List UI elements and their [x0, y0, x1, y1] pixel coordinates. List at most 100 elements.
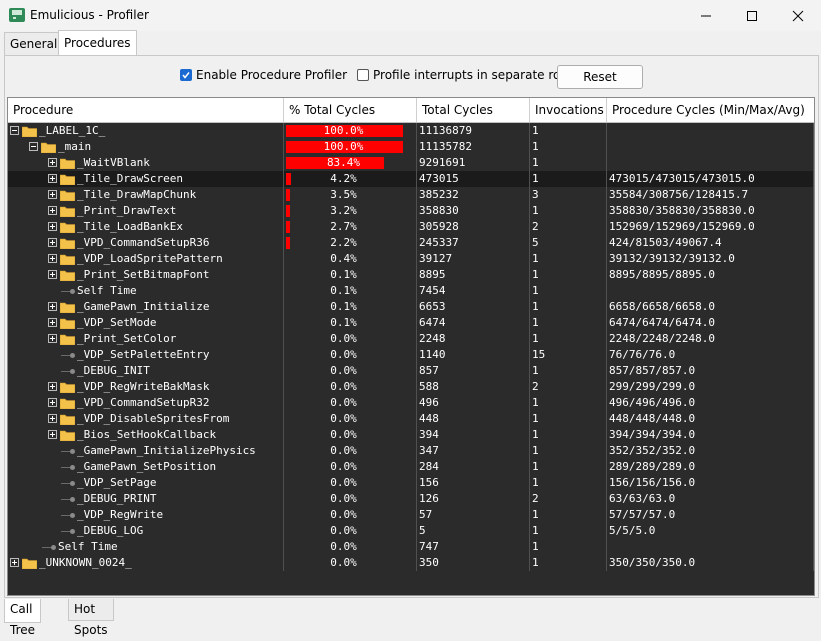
procedure-name: _VDP_SetPage — [77, 476, 157, 489]
table-row[interactable]: _VDP_DisableSpritesFrom 0.0% 448 1 448/448/4… — [8, 411, 814, 427]
reset-button[interactable]: Reset — [557, 65, 643, 89]
col-procedure[interactable]: Procedure — [8, 98, 284, 122]
percent-cell: 0.0% — [284, 395, 417, 411]
expand-toggle-icon[interactable] — [48, 414, 57, 423]
folder-icon — [60, 318, 75, 329]
table-row[interactable]: _WaitVBlank 83.4% 9291691 1 — [8, 155, 814, 171]
table-row[interactable]: _Tile_LoadBankEx 2.7% 305928 2 152969/152969… — [8, 219, 814, 235]
table-row[interactable]: _VDP_RegWrite 0.0% 57 1 57/57/57.0 — [8, 507, 814, 523]
table-row[interactable]: _UNKNOWN_0024_ 0.0% 350 1 350/350/350.0 — [8, 555, 814, 571]
percent-cell: 0.0% — [284, 475, 417, 491]
tab-hot-spots[interactable]: Hot Spots — [68, 599, 114, 637]
percent-cell: 0.1% — [284, 267, 417, 283]
table-row[interactable]: _GamePawn_Initialize 0.1% 6653 1 6658/6658/6… — [8, 299, 814, 315]
procedure-name: _VPD_CommandSetupR32 — [77, 396, 210, 409]
procedure-cell: _WaitVBlank — [8, 155, 284, 171]
table-row[interactable]: _VDP_RegWriteBakMask 0.0% 588 2 299/299/299.… — [8, 379, 814, 395]
expand-toggle-icon[interactable] — [48, 302, 57, 311]
col-total-cycles[interactable]: Total Cycles — [417, 98, 530, 122]
expand-toggle-icon[interactable] — [48, 206, 57, 215]
procedure-cell: _VDP_DisableSpritesFrom — [8, 411, 284, 427]
total-cycles-cell: 245337 — [417, 235, 530, 251]
total-cycles-cell: 5 — [417, 523, 530, 539]
folder-icon — [60, 158, 75, 169]
tab-general[interactable]: General — [4, 32, 64, 55]
table-row[interactable]: _VDP_SetPage 0.0% 156 1 156/156/156.0 — [8, 475, 814, 491]
expand-toggle-icon[interactable] — [48, 382, 57, 391]
expand-toggle-icon[interactable] — [48, 334, 57, 343]
table-row[interactable]: _VDP_LoadSpritePattern 0.4% 39127 1 39132/39… — [8, 251, 814, 267]
expand-toggle-icon[interactable] — [48, 398, 57, 407]
close-button[interactable] — [775, 0, 821, 31]
expand-toggle-icon[interactable] — [48, 318, 57, 327]
percent-cell: 3.5% — [284, 187, 417, 203]
table-row[interactable]: _DEBUG_LOG 0.0% 5 1 5/5/5.0 — [8, 523, 814, 539]
leaf-node-icon — [70, 513, 75, 518]
procedure-cell: _VDP_SetMode — [8, 315, 284, 331]
table-row[interactable]: _Print_SetColor 0.0% 2248 1 2248/2248/2248.0 — [8, 331, 814, 347]
min-max-avg-cell: 496/496/496.0 — [607, 395, 814, 411]
percent-value: 100.0% — [323, 140, 364, 153]
expand-toggle-icon[interactable] — [48, 190, 57, 199]
table-row[interactable]: _Tile_DrawMapChunk 3.5% 385232 3 35584/30875… — [8, 187, 814, 203]
table-row[interactable]: _DEBUG_INIT 0.0% 857 1 857/857/857.0 — [8, 363, 814, 379]
invocations-cell: 3 — [530, 187, 607, 203]
total-cycles-cell: 156 — [417, 475, 530, 491]
folder-icon — [60, 382, 75, 393]
tab-call-tree[interactable]: Call Tree — [4, 599, 41, 637]
table-row[interactable]: _Bios_SetHookCallback 0.0% 394 1 394/394/394… — [8, 427, 814, 443]
tab-procedures[interactable]: Procedures — [58, 30, 137, 55]
expand-toggle-icon[interactable] — [48, 222, 57, 231]
table-row[interactable]: _LABEL_1C_ 100.0% 11136879 1 — [8, 123, 814, 139]
min-max-avg-cell: 2248/2248/2248.0 — [607, 331, 814, 347]
table-row[interactable]: _VPD_CommandSetupR32 0.0% 496 1 496/496/496.… — [8, 395, 814, 411]
table-row[interactable]: _main 100.0% 11135782 1 — [8, 139, 814, 155]
tree-connector — [61, 515, 70, 516]
maximize-button[interactable] — [729, 0, 775, 31]
table-row[interactable]: Self Time 0.1% 7454 1 — [8, 283, 814, 299]
expand-toggle-icon[interactable] — [48, 254, 57, 263]
procedure-name: _Tile_DrawMapChunk — [77, 188, 197, 201]
tree-connector — [61, 499, 70, 500]
profile-interrupts-checkbox[interactable] — [357, 69, 369, 81]
min-max-avg-cell: 448/448/448.0 — [607, 411, 814, 427]
col-invocations[interactable]: Invocations — [530, 98, 607, 122]
table-row[interactable]: _GamePawn_InitializePhysics 0.0% 347 1 352/3… — [8, 443, 814, 459]
procedure-name: _VDP_SetMode — [77, 316, 157, 329]
table-row[interactable]: _VDP_SetMode 0.1% 6474 1 6474/6474/6474.0 — [8, 315, 814, 331]
table-row[interactable]: _Print_SetBitmapFont 0.1% 8895 1 8895/8895/8… — [8, 267, 814, 283]
expand-toggle-icon[interactable] — [48, 430, 57, 439]
table-row[interactable]: _Print_DrawText 3.2% 358830 1 358830/358830/… — [8, 203, 814, 219]
table-row[interactable]: _VPD_CommandSetupR36 2.2% 245337 5 424/81503… — [8, 235, 814, 251]
profile-interrupts-option[interactable]: Profile interrupts in separate roots — [357, 68, 579, 82]
total-cycles-cell: 394 — [417, 427, 530, 443]
table-row[interactable]: _DEBUG_PRINT 0.0% 126 2 63/63/63.0 — [8, 491, 814, 507]
expand-toggle-icon[interactable] — [48, 238, 57, 247]
col-min-max-avg[interactable]: Procedure Cycles (Min/Max/Avg) — [607, 98, 814, 122]
min-max-avg-cell: 57/57/57.0 — [607, 507, 814, 523]
folder-icon — [60, 222, 75, 233]
procedure-name: _VPD_CommandSetupR36 — [77, 236, 210, 249]
col-percent-total[interactable]: % Total Cycles — [284, 98, 417, 122]
percent-cell: 2.2% — [284, 235, 417, 251]
collapse-toggle-icon[interactable] — [29, 142, 38, 151]
expand-toggle-icon[interactable] — [48, 158, 57, 167]
table-row[interactable]: Self Time 0.0% 747 1 — [8, 539, 814, 555]
percent-value: 0.0% — [330, 556, 357, 569]
table-row[interactable]: _VDP_SetPaletteEntry 0.0% 1140 15 76/76/76.0 — [8, 347, 814, 363]
enable-profiler-option[interactable]: Enable Procedure Profiler — [180, 68, 347, 82]
total-cycles-cell: 857 — [417, 363, 530, 379]
total-cycles-cell: 448 — [417, 411, 530, 427]
table-row[interactable]: _GamePawn_SetPosition 0.0% 284 1 289/289/289… — [8, 459, 814, 475]
expand-toggle-icon[interactable] — [48, 270, 57, 279]
table-row[interactable]: _Tile_DrawScreen 4.2% 473015 1 473015/473015… — [8, 171, 814, 187]
minimize-button[interactable] — [683, 0, 729, 31]
percent-value: 0.1% — [330, 268, 357, 281]
expand-toggle-icon[interactable] — [10, 558, 19, 567]
invocations-cell: 2 — [530, 491, 607, 507]
collapse-toggle-icon[interactable] — [10, 126, 19, 135]
enable-profiler-checkbox[interactable] — [180, 69, 192, 81]
procedure-name: _DEBUG_INIT — [77, 364, 150, 377]
expand-toggle-icon[interactable] — [48, 174, 57, 183]
procedure-name: _GamePawn_Initialize — [77, 300, 210, 313]
